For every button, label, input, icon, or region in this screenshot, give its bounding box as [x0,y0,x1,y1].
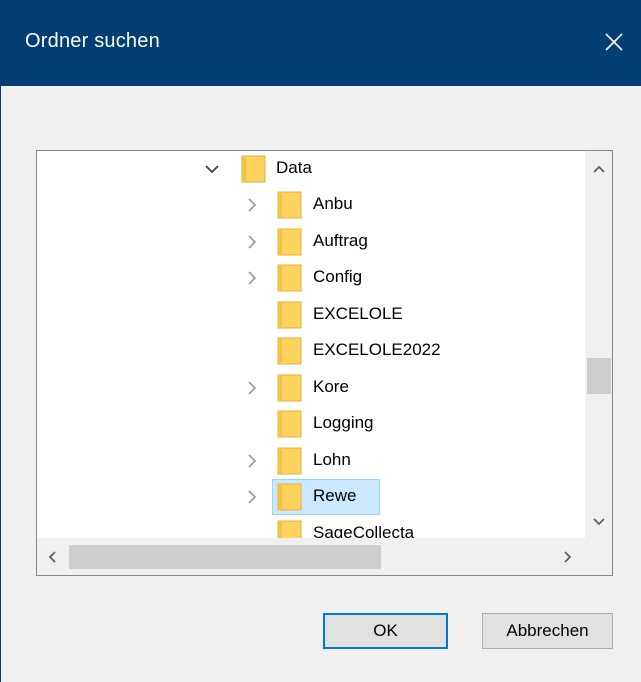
folder-icon [241,155,266,183]
horizontal-scrollbar[interactable] [37,538,585,575]
tree-item-label: Rewe [313,486,357,505]
horizontal-scroll-thumb[interactable] [69,545,381,569]
tree-item-kore[interactable]: Kore [37,370,585,406]
tree-item-label: SageCollecta [313,523,415,538]
tree-item-label: Config [313,267,363,286]
scroll-down-button[interactable] [585,508,612,536]
tree-item-anbu[interactable]: Anbu [37,187,585,223]
folder-icon [277,301,302,329]
window-title: Ordner suchen [25,30,160,52]
chevron-left-icon [48,550,56,563]
tree-item-label: Anbu [313,194,353,213]
close-button[interactable] [586,12,641,72]
vertical-scrollbar[interactable] [585,151,612,538]
folder-icon [277,264,302,292]
tree-item-excelole2022[interactable]: EXCELOLE2022 [37,333,585,369]
ok-button[interactable]: OK [323,613,448,649]
folder-tree[interactable]: Data Anbu Auftrag Config EXCELOLE EXCELOLE20… [37,151,585,538]
scrollbar-corner [585,538,612,575]
folder-icon [277,483,302,511]
folder-icon [277,228,302,256]
tree-item-sagecollecta[interactable]: SageCollecta [37,516,585,538]
chevron-right-icon[interactable] [243,196,261,214]
cancel-button[interactable]: Abbrechen [482,613,613,649]
chevron-right-icon[interactable] [243,233,261,251]
chevron-right-icon [564,550,572,563]
folder-browser-dialog: Ordner suchen Data Anbu Auftrag Config EXCE… [0,0,641,682]
chevron-up-icon [593,165,605,173]
folder-icon [277,447,302,475]
chevron-down-icon [593,518,605,526]
tree-item-data[interactable]: Data [37,151,585,187]
scroll-up-button[interactable] [585,155,612,183]
close-icon [605,33,623,51]
folder-icon [277,191,302,219]
tree-item-excelole[interactable]: EXCELOLE [37,297,585,333]
tree-item-config[interactable]: Config [37,260,585,296]
folder-icon [277,337,302,365]
tree-item-label: Kore [313,377,349,396]
tree-item-label: Data [276,158,312,177]
tree-item-label: EXCELOLE [313,304,403,323]
folder-icon [277,520,302,538]
tree-item-logging[interactable]: Logging [37,406,585,442]
chevron-right-icon[interactable] [243,379,261,397]
vertical-scroll-thumb[interactable] [587,358,611,394]
chevron-right-icon[interactable] [243,269,261,287]
tree-item-rewe[interactable]: Rewe [37,479,585,515]
tree-item-auftrag[interactable]: Auftrag [37,224,585,260]
folder-icon [277,410,302,438]
folder-icon [277,374,302,402]
folder-tree-frame: Data Anbu Auftrag Config EXCELOLE EXCELOLE20… [36,150,613,576]
title-bar: Ordner suchen [1,0,641,86]
scroll-left-button[interactable] [39,538,67,575]
chevron-down-icon[interactable] [203,160,221,178]
tree-item-label: Logging [313,413,374,432]
chevron-right-icon[interactable] [243,452,261,470]
chevron-right-icon[interactable] [243,488,261,506]
tree-item-label: EXCELOLE2022 [313,340,441,359]
tree-item-lohn[interactable]: Lohn [37,443,585,479]
tree-item-label: Auftrag [313,231,368,250]
scroll-right-button[interactable] [553,538,581,575]
tree-item-label: Lohn [313,450,351,469]
